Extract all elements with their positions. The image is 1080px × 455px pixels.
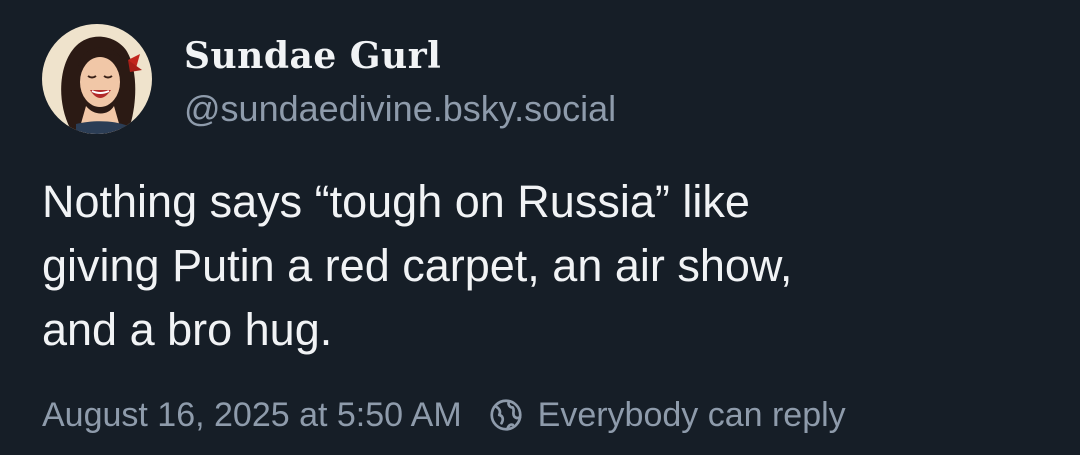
post-text-line: and a bro hug. (42, 304, 333, 355)
post-timestamp[interactable]: August 16, 2025 at 5:50 AM (42, 396, 462, 435)
post-text-line: Nothing says “tough on Russia” like (42, 176, 750, 227)
post-text-line: giving Putin a red carpet, an air show, (42, 240, 793, 291)
avatar-image (42, 24, 152, 134)
author-display-name[interactable]: Sundae Gurl (184, 34, 441, 78)
reply-setting-label: Everybody can reply (537, 395, 846, 434)
author-handle[interactable]: @sundaedivine.bsky.social (184, 86, 616, 132)
reply-setting-button[interactable]: Everybody can reply (488, 396, 846, 435)
post-text: Nothing says “tough on Russia” like givi… (42, 170, 1042, 362)
post-meta: August 16, 2025 at 5:50 AM Everybody can… (42, 392, 846, 438)
avatar[interactable] (42, 24, 152, 134)
globe-icon (488, 397, 524, 433)
post-card: Sundae Gurl @sundaedivine.bsky.social No… (0, 0, 1080, 455)
